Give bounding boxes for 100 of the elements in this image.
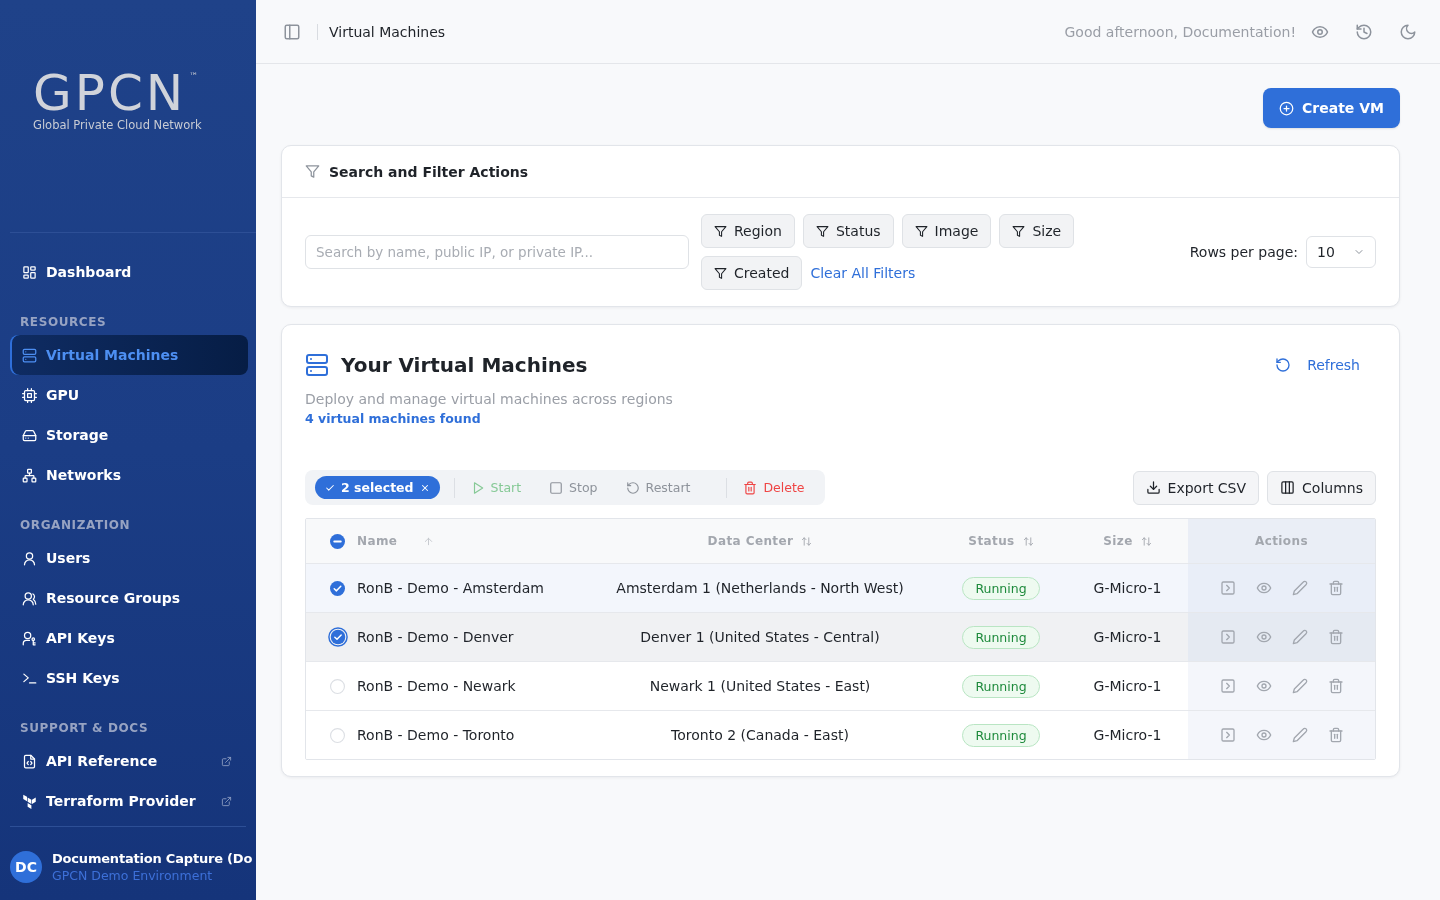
vm-card-subtitle: Deploy and manage virtual machines across regions bbox=[305, 391, 674, 407]
pencil-icon[interactable] bbox=[1291, 678, 1308, 694]
server-icon bbox=[305, 353, 329, 377]
data-center-name: Newark 1 (United States - East) bbox=[649, 678, 871, 694]
data-center-name: Amsterdam 1 (Netherlands - North West) bbox=[616, 580, 904, 596]
console-icon[interactable] bbox=[1219, 727, 1236, 743]
history-icon[interactable] bbox=[1355, 22, 1373, 41]
sidebar-item[interactable]: Terraform Provider bbox=[10, 781, 248, 821]
filter-card-title: Search and Filter Actions bbox=[329, 163, 529, 180]
pencil-icon[interactable] bbox=[1291, 629, 1308, 645]
eye-icon[interactable] bbox=[1255, 727, 1272, 743]
plus-circle-icon bbox=[1279, 100, 1295, 116]
console-icon[interactable] bbox=[1219, 580, 1236, 596]
refresh-button[interactable]: Refresh bbox=[1275, 357, 1360, 373]
create-vm-button[interactable]: Create VM bbox=[1263, 88, 1400, 128]
vm-size: G-Micro-1 bbox=[1093, 580, 1162, 596]
console-icon[interactable] bbox=[1219, 678, 1236, 694]
search-field[interactable]: Search by name, public IP, or private IP... bbox=[305, 235, 689, 269]
sidebar-item[interactable]: Users bbox=[10, 538, 248, 578]
check-icon bbox=[325, 482, 335, 493]
console-icon[interactable] bbox=[1219, 629, 1236, 645]
logo-tagline: Global Private Cloud Network bbox=[33, 117, 202, 132]
trash-icon[interactable] bbox=[1327, 727, 1344, 743]
refresh-icon bbox=[1275, 357, 1292, 373]
filter-button[interactable]: Region bbox=[701, 214, 795, 248]
vm-size: G-Micro-1 bbox=[1093, 629, 1162, 645]
stop-square-icon bbox=[549, 480, 564, 495]
server-icon bbox=[22, 347, 37, 363]
section-heading: SUPPORT & DOCS bbox=[19, 721, 150, 736]
sidebar-item[interactable]: SSH Keys bbox=[10, 658, 248, 698]
section-heading: ORGANIZATION bbox=[19, 518, 132, 533]
download-icon bbox=[1145, 480, 1161, 495]
vm-size: G-Micro-1 bbox=[1093, 678, 1162, 694]
status-badge: Running bbox=[962, 576, 1040, 600]
sidebar-item[interactable]: Virtual Machines bbox=[10, 335, 248, 375]
sidebar-item[interactable]: Storage bbox=[10, 415, 248, 455]
sidebar-toggle-icon[interactable] bbox=[283, 22, 301, 41]
eye-icon[interactable] bbox=[1255, 678, 1272, 694]
sidebar-item[interactable]: API Reference bbox=[10, 741, 248, 781]
row-checkbox[interactable] bbox=[330, 580, 345, 596]
users-icon bbox=[22, 590, 37, 606]
table-row[interactable]: RonB - Demo - Toronto Toronto 2 (Canada - East) Running G-Micro-1 bbox=[306, 710, 1375, 759]
eye-icon[interactable] bbox=[1255, 629, 1272, 645]
filter-button[interactable]: Size bbox=[999, 214, 1075, 248]
vm-name: RonB - Demo - Denver bbox=[357, 629, 514, 645]
pencil-icon[interactable] bbox=[1291, 727, 1308, 743]
filter-button[interactable]: Image bbox=[901, 214, 992, 248]
section-heading: RESOURCES bbox=[19, 315, 108, 330]
rows-per-page-label: Rows per page: bbox=[1189, 244, 1298, 260]
blocks-icon bbox=[22, 793, 37, 809]
trash-icon[interactable] bbox=[1327, 678, 1344, 694]
rows-per-page-select[interactable]: 10 bbox=[1306, 236, 1376, 268]
moon-icon[interactable] bbox=[1399, 22, 1417, 41]
close-icon[interactable] bbox=[419, 482, 430, 493]
greeting-text: Good afternoon, Documentation! bbox=[1064, 23, 1296, 40]
data-center-name: Toronto 2 (Canada - East) bbox=[671, 727, 849, 743]
row-checkbox[interactable] bbox=[327, 627, 348, 647]
columns-icon bbox=[1280, 480, 1296, 495]
page-title: Virtual Machines bbox=[329, 23, 446, 40]
status-badge: Running bbox=[962, 625, 1040, 649]
funnel-icon bbox=[815, 224, 829, 238]
vm-name: RonB - Demo - Amsterdam bbox=[357, 580, 544, 596]
funnel-icon bbox=[305, 164, 320, 179]
sidebar-item[interactable]: API Keys bbox=[10, 618, 248, 658]
sidebar-item[interactable]: Networks bbox=[10, 455, 248, 495]
columns-button[interactable]: Columns bbox=[1267, 470, 1376, 505]
eye-icon[interactable] bbox=[1255, 580, 1272, 596]
export-csv-button[interactable]: Export CSV bbox=[1132, 470, 1260, 505]
table-row[interactable]: RonB - Demo - Amsterdam Amsterdam 1 (Netherlands - North West) Running G-Micro-1 bbox=[306, 563, 1375, 612]
select-all-checkbox[interactable] bbox=[330, 533, 345, 549]
grid-icon bbox=[22, 264, 37, 280]
pencil-icon[interactable] bbox=[1291, 580, 1308, 596]
table-row[interactable]: RonB - Demo - Newark Newark 1 (United States - East) Running G-Micro-1 bbox=[306, 661, 1375, 710]
sidebar-item[interactable]: Dashboard bbox=[10, 252, 248, 292]
filter-button[interactable]: Created bbox=[701, 256, 803, 290]
logo-wordmark: GPCN bbox=[33, 70, 187, 115]
funnel-icon bbox=[714, 224, 727, 238]
trash-icon bbox=[743, 480, 758, 495]
filter-button[interactable]: Status bbox=[802, 214, 894, 248]
trademark-symbol: ™ bbox=[189, 70, 199, 81]
column-header: Actions bbox=[1188, 519, 1375, 563]
chip-icon bbox=[22, 387, 37, 403]
sidebar-item[interactable]: Resource Groups bbox=[10, 578, 248, 618]
trash-icon[interactable] bbox=[1327, 580, 1344, 596]
sidebar-item[interactable]: GPU bbox=[10, 375, 248, 415]
table-row[interactable]: RonB - Demo - Denver Denver 1 (United States - Central) Running G-Micro-1 bbox=[306, 612, 1375, 661]
drive-icon bbox=[22, 427, 37, 443]
user-avatar: DC bbox=[10, 851, 42, 883]
vm-count: 4 virtual machines found bbox=[305, 411, 482, 426]
funnel-icon bbox=[1012, 224, 1026, 238]
status-badge: Running bbox=[962, 723, 1040, 747]
user-key-icon bbox=[22, 630, 37, 646]
funnel-icon bbox=[914, 224, 928, 238]
user-environment: GPCN Demo Environment bbox=[52, 868, 213, 884]
user-icon bbox=[22, 550, 37, 566]
user-name: Documentation Capture (Do bbox=[52, 850, 253, 868]
data-center-name: Denver 1 (United States - Central) bbox=[640, 629, 880, 645]
trash-icon[interactable] bbox=[1327, 629, 1344, 645]
selection-count-button[interactable]: 2 selected bbox=[315, 476, 440, 499]
clear-filters-link[interactable]: Clear All Filters bbox=[810, 265, 916, 281]
